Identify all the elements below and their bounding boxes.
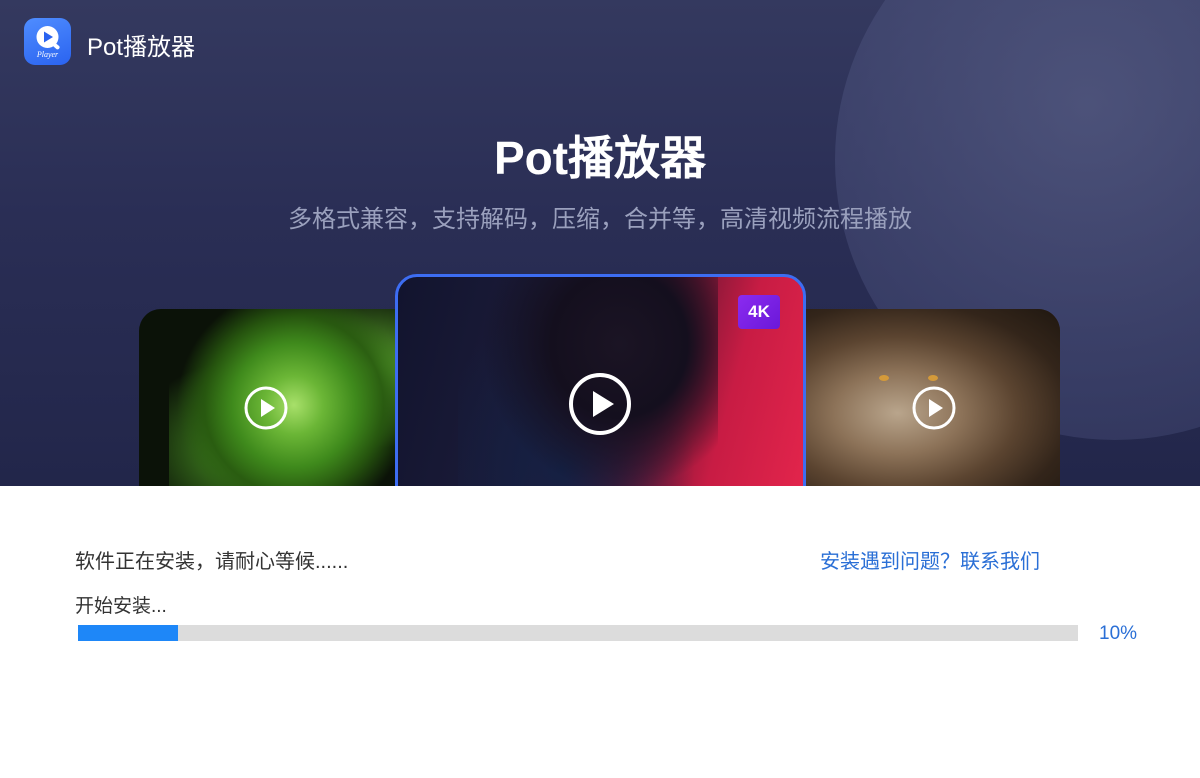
4k-badge: 4K [738, 295, 780, 329]
install-progress-fill [78, 625, 178, 641]
video-card-lion[interactable] [780, 309, 1060, 486]
play-icon[interactable] [568, 372, 632, 436]
play-icon[interactable] [911, 385, 957, 431]
hero-subtitle: 多格式兼容，支持解码，压缩，合并等，高清视频流程播放 [288, 206, 912, 233]
lettuce-image [169, 309, 419, 486]
logo-text: Player [36, 50, 59, 59]
app-name: Pot播放器 [87, 34, 196, 61]
install-step-text: 开始安装... [75, 596, 167, 617]
lion-eye [928, 375, 938, 381]
video-card-portrait[interactable]: 4K [395, 274, 806, 486]
player-logo-icon: Player [24, 18, 71, 65]
lion-eye [879, 375, 889, 381]
contact-us-link[interactable]: 安装遇到问题？联系我们 [820, 545, 1040, 574]
install-progress-bar [78, 625, 1078, 641]
video-card-lettuce[interactable] [139, 309, 419, 486]
hero-banner: Player Pot播放器 Pot播放器 多格式兼容，支持解码，压缩，合并等，高… [0, 0, 1200, 486]
install-status-text: 软件正在安装，请耐心等候...... [75, 551, 349, 573]
play-icon[interactable] [243, 385, 289, 431]
install-progress-percent: 10% [1099, 623, 1138, 644]
hero-title: Pot播放器 [493, 132, 707, 184]
